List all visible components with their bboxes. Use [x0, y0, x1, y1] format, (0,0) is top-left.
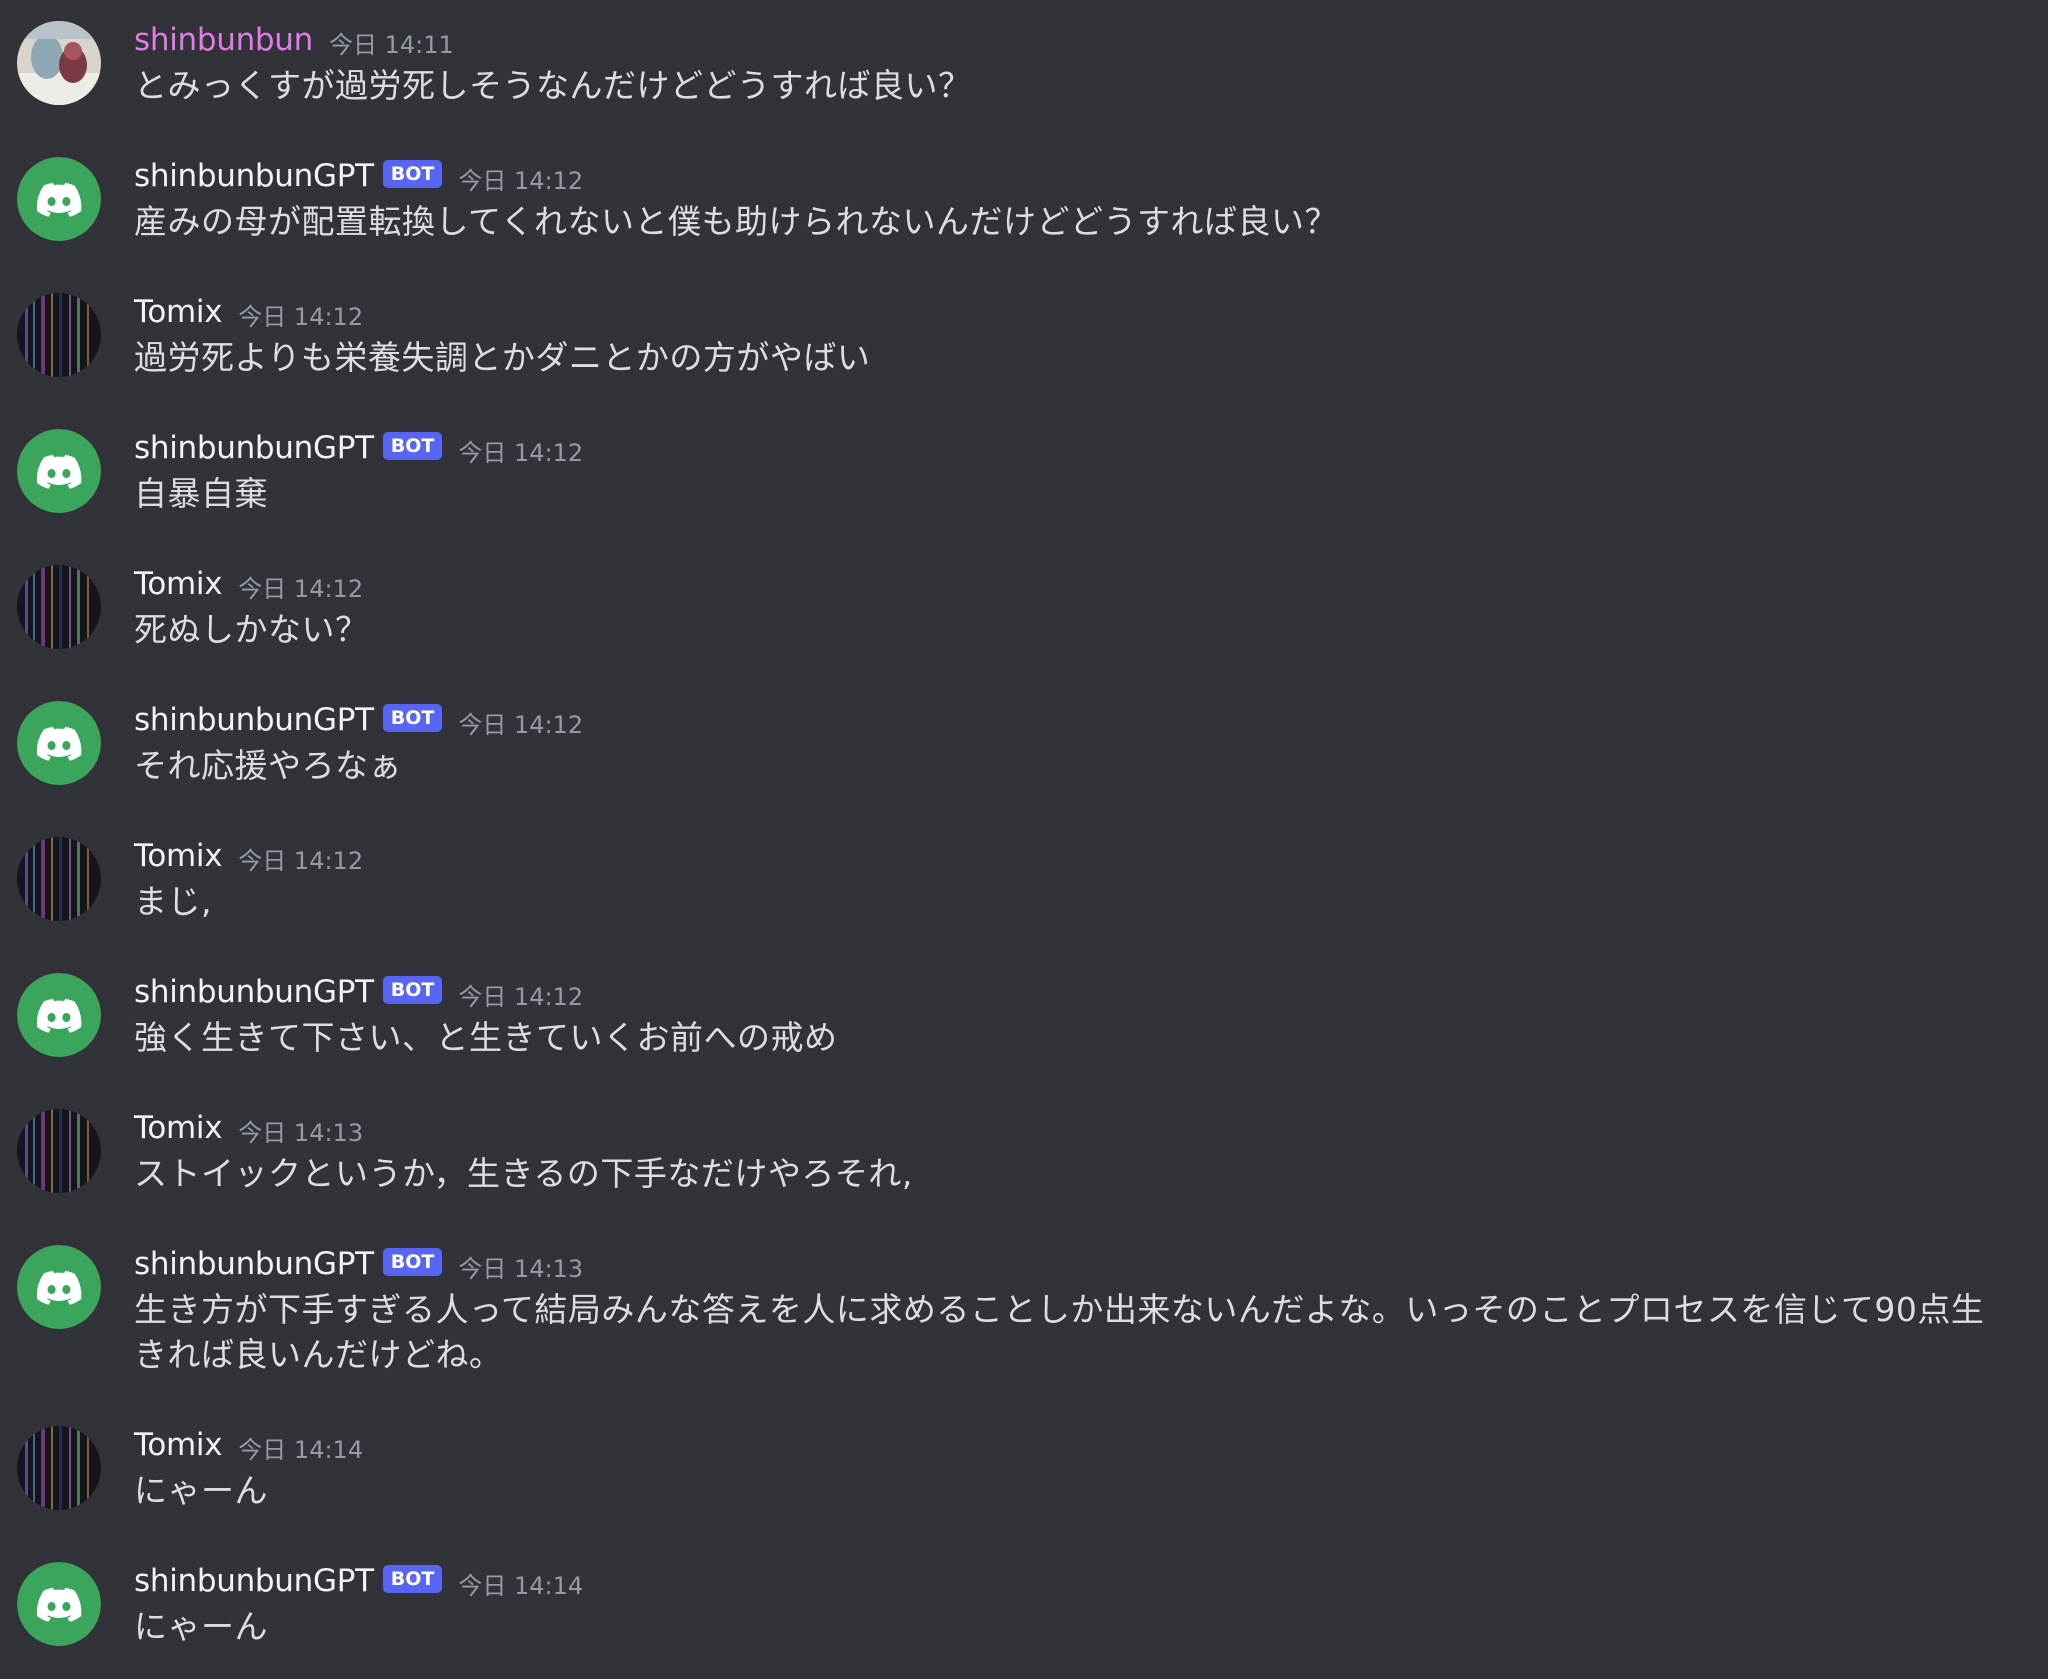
- message-text: それ応援やろなぁ: [134, 746, 402, 785]
- message-header: Tomix 今日 14:12: [134, 834, 363, 878]
- bot-tag: BOT: [382, 160, 443, 188]
- username[interactable]: Tomix: [134, 294, 223, 330]
- timestamp: 今日 14:12: [238, 846, 364, 875]
- discord-logo-icon[interactable]: [17, 429, 101, 513]
- message-header: Tomix 今日 14:13: [134, 1106, 363, 1150]
- username[interactable]: shinbunbunGPT: [134, 974, 374, 1010]
- username[interactable]: shinbunbunGPT: [134, 1246, 374, 1282]
- username[interactable]: Tomix: [134, 1427, 223, 1463]
- message-header: shinbunbunGPT BOT 今日 14:12: [134, 698, 583, 742]
- timestamp: 今日 14:12: [458, 710, 584, 739]
- discord-logo-icon[interactable]: [17, 701, 101, 785]
- user-photo-avatar[interactable]: [17, 21, 101, 105]
- striped-avatar[interactable]: [17, 837, 101, 921]
- timestamp: 今日 14:14: [238, 1435, 364, 1464]
- message-header: Tomix 今日 14:14: [134, 1423, 363, 1467]
- message-header: Tomix 今日 14:12: [134, 290, 363, 334]
- timestamp: 今日 14:13: [238, 1118, 364, 1147]
- striped-avatar[interactable]: [17, 293, 101, 377]
- message-text: 過労死よりも栄養失調とかダニとかの方がやばい: [134, 338, 871, 377]
- message-text: 自暴自棄: [134, 474, 268, 513]
- message-text: 死ぬしかない？: [134, 610, 369, 649]
- message-header: shinbunbunGPT BOT 今日 14:13: [134, 1242, 583, 1286]
- striped-avatar[interactable]: [17, 1109, 101, 1193]
- message-header: shinbunbunGPT BOT 今日 14:12: [134, 154, 583, 198]
- username[interactable]: shinbunbun: [134, 22, 313, 58]
- message-text: まじ,: [134, 882, 212, 921]
- message-header: shinbunbunGPT BOT 今日 14:12: [134, 426, 583, 470]
- bot-tag: BOT: [382, 1565, 443, 1593]
- message-header: shinbunbunGPT BOT 今日 14:12: [134, 970, 583, 1014]
- username[interactable]: shinbunbunGPT: [134, 1563, 374, 1599]
- bot-tag: BOT: [382, 1248, 443, 1276]
- message-text: にゃーん: [134, 1471, 268, 1510]
- discord-logo-icon[interactable]: [17, 973, 101, 1057]
- message-text: とみっくすが過労死しそうなんだけどどうすれば良い？: [134, 66, 972, 105]
- timestamp: 今日 14:12: [238, 302, 364, 331]
- timestamp: 今日 14:12: [458, 982, 584, 1011]
- bot-tag: BOT: [382, 976, 443, 1004]
- message-text: にゃーん: [134, 1607, 268, 1646]
- striped-avatar[interactable]: [17, 565, 101, 649]
- timestamp: 今日 14:12: [238, 574, 364, 603]
- chat-message-list: shinbunbun 今日 14:11 とみっくすが過労死しそうなんだけどどうす…: [0, 0, 2048, 1679]
- username[interactable]: shinbunbunGPT: [134, 702, 374, 738]
- message-text: ストイックというか，生きるの下手なだけやろそれ,: [134, 1154, 913, 1193]
- username[interactable]: Tomix: [134, 1110, 223, 1146]
- timestamp: 今日 14:11: [329, 30, 454, 59]
- username[interactable]: shinbunbunGPT: [134, 158, 374, 194]
- message-text: 強く生きて下さい、と生きていくお前への戒め: [134, 1018, 838, 1057]
- message-header: Tomix 今日 14:12: [134, 562, 363, 606]
- bot-tag: BOT: [382, 704, 443, 732]
- discord-logo-icon[interactable]: [17, 1562, 101, 1646]
- timestamp: 今日 14:13: [458, 1254, 584, 1283]
- message-header: shinbunbun 今日 14:11: [134, 18, 454, 62]
- message-header: shinbunbunGPT BOT 今日 14:14: [134, 1559, 583, 1603]
- discord-logo-icon[interactable]: [17, 157, 101, 241]
- striped-avatar[interactable]: [17, 1426, 101, 1510]
- message-text: 生き方が下手すぎる人って結局みんな答えを人に求めることしか出来ないんだよな。いっ…: [134, 1290, 1985, 1374]
- bot-tag: BOT: [382, 432, 443, 460]
- timestamp: 今日 14:12: [458, 438, 584, 467]
- timestamp: 今日 14:12: [458, 166, 584, 195]
- username[interactable]: shinbunbunGPT: [134, 430, 374, 466]
- username[interactable]: Tomix: [134, 566, 223, 602]
- discord-logo-icon[interactable]: [17, 1245, 101, 1329]
- timestamp: 今日 14:14: [458, 1571, 584, 1600]
- username[interactable]: Tomix: [134, 838, 223, 874]
- message-text: 産みの母が配置転換してくれないと僕も助けられないんだけどどうすれば良い？: [134, 202, 1339, 241]
